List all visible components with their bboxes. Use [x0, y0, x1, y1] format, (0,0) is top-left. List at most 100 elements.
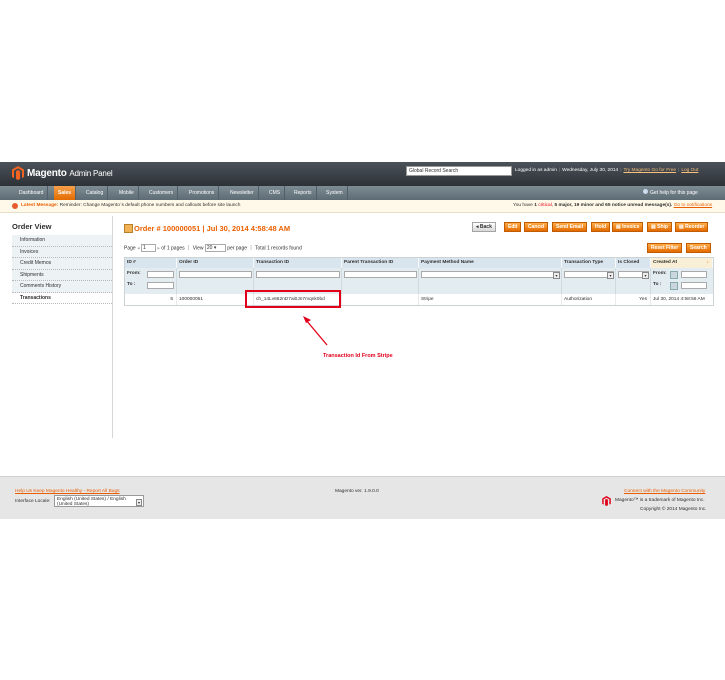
tab-shipments[interactable]: Shipments — [12, 269, 112, 281]
search-button[interactable]: Search — [686, 243, 711, 253]
cell-order-id[interactable]: 100000051 — [177, 294, 254, 305]
nav-mobile[interactable]: Mobile — [115, 186, 139, 200]
col-order-id[interactable]: Order ID — [177, 258, 254, 268]
cell-parent-id[interactable] — [342, 294, 419, 305]
filter-created-to[interactable] — [681, 282, 707, 289]
nav-promotions[interactable]: Promotions — [185, 186, 220, 200]
filter-payment-select[interactable] — [421, 271, 560, 278]
community-link[interactable]: Connect with the Magento Community — [624, 489, 705, 494]
prev-page-icon[interactable]: ◂ — [137, 245, 140, 251]
cell-created[interactable]: Jul 30, 2014 4:58:56 AM — [651, 294, 713, 305]
logout-link[interactable]: Log Out — [681, 168, 698, 173]
nav-system[interactable]: System — [322, 186, 348, 200]
cell-closed[interactable]: Yes — [616, 294, 651, 305]
copyright-text: Copyright © 2014 Magento Inc. — [640, 507, 707, 512]
per-page-select[interactable]: 20 ▾ — [204, 244, 226, 252]
go-to-notifications-link[interactable]: Go to notifications — [674, 203, 712, 208]
logged-in-text: Logged in as admin — [515, 168, 557, 173]
send-email-button[interactable]: Send Email — [552, 222, 587, 232]
logo-text: Magento Admin Panel — [27, 168, 113, 179]
magento-logo-icon — [602, 496, 611, 506]
locale-label: Interface Locale: — [15, 499, 51, 504]
filter-id-from[interactable] — [147, 271, 174, 278]
reset-filter-button[interactable]: Reset Filter — [647, 243, 683, 253]
trademark-text: Magento™ is a trademark of Magento Inc. — [615, 498, 705, 503]
message-summary: You have 1 critical, 5 major, 19 minor a… — [513, 203, 713, 208]
header-links: Logged in as admin | Wednesday, July 30, 2… — [515, 168, 699, 173]
next-page-icon[interactable]: ▸ — [157, 245, 160, 251]
col-payment-method[interactable]: Payment Method Name — [419, 258, 562, 268]
cell-id[interactable]: 5 — [125, 294, 177, 305]
chevron-down-icon: ▾ — [607, 272, 614, 279]
grid-pager: Page ◂ 1 ▸ of 1 pages | View 20 ▾ per pa… — [124, 244, 302, 252]
tab-information[interactable]: Information — [12, 235, 112, 247]
main-nav: Dashboard Sales Catalog Mobile Customers… — [0, 186, 725, 200]
nav-catalog[interactable]: Catalog — [82, 186, 109, 200]
filter-created: From: To : — [651, 268, 713, 294]
hold-button[interactable]: Hold — [591, 222, 611, 232]
help-link[interactable]: Get help for this page — [650, 190, 698, 196]
tab-transactions[interactable]: Transactions — [12, 292, 112, 304]
tab-credit-memos[interactable]: Credit Memos — [12, 258, 112, 270]
tab-comments-history[interactable]: Comments History — [12, 281, 112, 293]
chevron-down-icon: ▾ — [553, 272, 560, 279]
nav-reports[interactable]: Reports — [290, 186, 317, 200]
transaction-id-highlight-box — [245, 290, 341, 308]
back-button[interactable]: ◂ Back — [472, 222, 496, 232]
edit-button[interactable]: Edit — [504, 222, 522, 232]
current-date: Wednesday, July 30, 2014 — [562, 168, 619, 173]
invoice-button[interactable]: ▤ Invoice — [612, 222, 644, 232]
latest-message: Latest Message: Reminder: Change Magento… — [21, 203, 240, 208]
page-title: Order # 100000051 | Jul 30, 2014 4:58:48… — [134, 224, 291, 233]
report-bugs-link[interactable]: Help Us Keep Magento Healthy - Report Al… — [15, 489, 120, 494]
calendar-icon[interactable] — [670, 271, 678, 279]
filter-payment: ▾ — [419, 268, 562, 294]
annotation-arrow-icon — [303, 316, 328, 346]
admin-header: Magento Admin Panel Logged in as admin|W… — [0, 162, 725, 186]
filter-parent-id — [342, 268, 419, 294]
tab-invoices[interactable]: Invoices — [12, 246, 112, 258]
total-records: Total 1 records found — [255, 245, 302, 252]
col-transaction-id[interactable]: Transaction ID — [254, 258, 342, 268]
help-icon — [643, 189, 648, 194]
col-is-closed[interactable]: Is Closed — [616, 258, 651, 268]
ship-button[interactable]: ▤ Ship — [647, 222, 672, 232]
filter-order-id-input[interactable] — [179, 271, 252, 278]
filter-id-to[interactable] — [147, 282, 174, 289]
page-number-input[interactable]: 1 — [140, 244, 156, 252]
order-icon — [124, 224, 133, 233]
nav-dashboard[interactable]: Dashboard — [15, 186, 49, 200]
filter-order-id — [177, 268, 254, 294]
order-view-tabs: Information Invoices Credit Memos Shipme… — [12, 235, 112, 304]
col-created-at[interactable]: Created At ↓ — [651, 258, 713, 268]
filter-created-from[interactable] — [681, 271, 707, 278]
filter-type: ▾ — [562, 268, 616, 294]
filter-transaction-id-input[interactable] — [256, 271, 340, 278]
filter-closed: ▾ — [616, 268, 651, 294]
transactions-grid: ID # Order ID Transaction ID Parent Tran… — [124, 257, 714, 306]
col-id[interactable]: ID # — [125, 258, 177, 268]
filter-parent-id-input[interactable] — [344, 271, 417, 278]
chevron-down-icon: ▾ — [136, 499, 142, 506]
reorder-button[interactable]: ▤ Reorder — [675, 222, 709, 232]
cell-type[interactable]: Authorization — [562, 294, 616, 305]
locale-select[interactable]: English (United States) / English (Unite… — [54, 495, 144, 507]
annotation-label: Transaction Id From Stripe — [323, 353, 393, 359]
sort-arrow-icon: ↓ — [706, 260, 709, 265]
alert-icon — [12, 203, 18, 209]
nav-sales[interactable]: Sales — [54, 186, 77, 200]
col-transaction-type[interactable]: Transaction Type — [562, 258, 616, 268]
col-parent-transaction-id[interactable]: Parent Transaction ID — [342, 258, 419, 268]
chevron-down-icon: ▾ — [642, 272, 649, 279]
calendar-icon[interactable] — [670, 282, 678, 290]
sidebar-divider — [112, 216, 113, 438]
global-search-input[interactable] — [406, 166, 512, 176]
magento-version: Magento ver. 1.9.0.0 — [335, 489, 379, 494]
nav-customers[interactable]: Customers — [145, 186, 179, 200]
try-magento-go-link[interactable]: Try Magento Go for Free — [623, 168, 676, 173]
nav-cms[interactable]: CMS — [265, 186, 286, 200]
cancel-button[interactable]: Cancel — [524, 222, 549, 232]
cell-payment[interactable]: Stripe — [419, 294, 562, 305]
filter-id: From: To : — [125, 268, 177, 294]
nav-newsletter[interactable]: Newsletter — [226, 186, 259, 200]
